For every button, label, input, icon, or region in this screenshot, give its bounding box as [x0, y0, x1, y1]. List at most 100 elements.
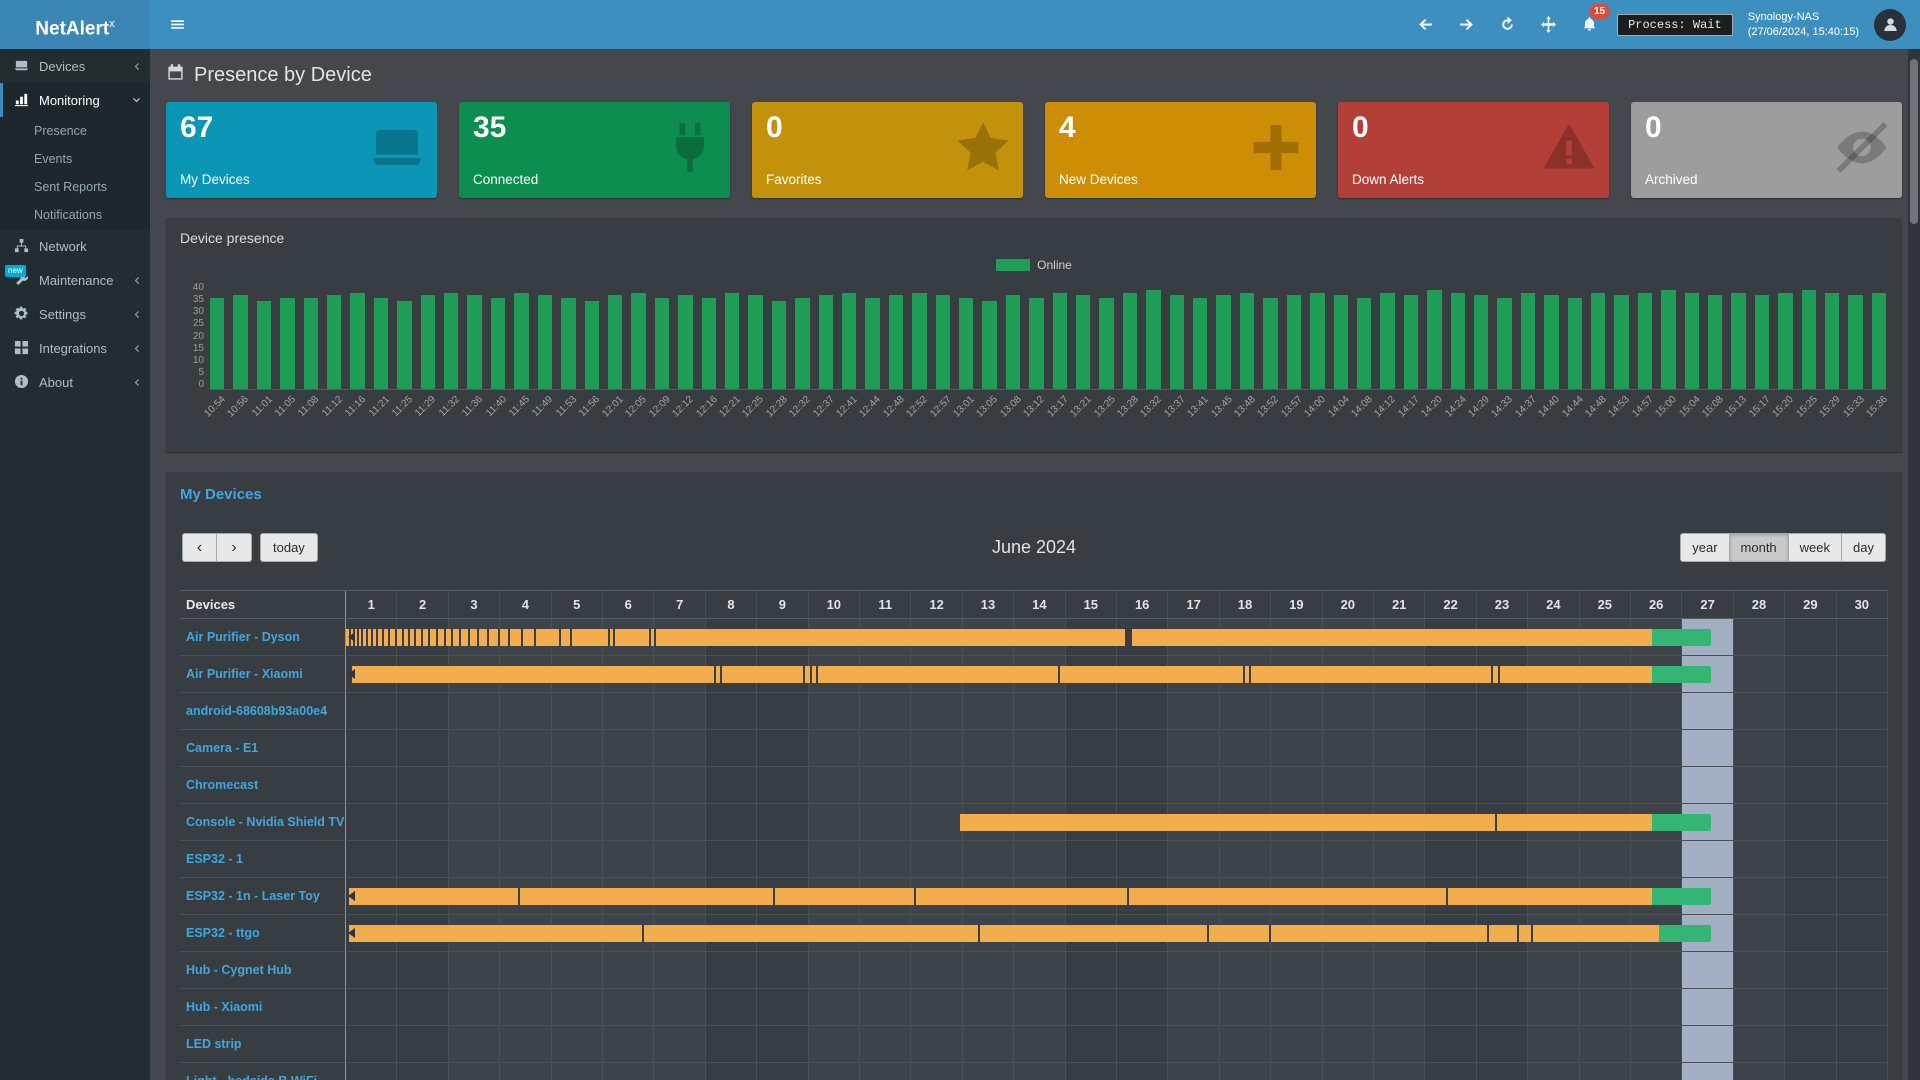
move-icon[interactable] — [1535, 12, 1561, 38]
day-header-15[interactable]: 15 — [1066, 591, 1117, 618]
day-cell[interactable] — [1014, 989, 1065, 1025]
day-cell[interactable] — [1734, 878, 1785, 914]
day-cell[interactable] — [1066, 841, 1117, 877]
device-name-link[interactable]: Light - bedside B WiFi — [180, 1063, 346, 1080]
day-header-4[interactable]: 4 — [500, 591, 551, 618]
device-name-link[interactable]: Air Purifier - Xiaomi — [180, 656, 346, 693]
day-cell[interactable] — [1682, 693, 1733, 729]
day-cell[interactable] — [1220, 693, 1271, 729]
day-cell[interactable] — [860, 730, 911, 766]
day-cell[interactable] — [1323, 1026, 1374, 1062]
day-cell[interactable] — [757, 1063, 808, 1080]
day-cell[interactable] — [1477, 730, 1528, 766]
day-header-27[interactable]: 27 — [1682, 591, 1733, 618]
day-cell[interactable] — [1837, 730, 1888, 766]
day-cell[interactable] — [706, 989, 757, 1025]
day-cell[interactable] — [809, 841, 860, 877]
presence-event[interactable] — [346, 629, 1125, 646]
day-cell[interactable] — [449, 952, 500, 988]
day-cell[interactable] — [552, 1063, 603, 1080]
day-cell[interactable] — [1220, 989, 1271, 1025]
day-cell[interactable] — [1117, 841, 1168, 877]
day-cell[interactable] — [1323, 767, 1374, 803]
day-cell[interactable] — [1425, 841, 1476, 877]
day-cell[interactable] — [706, 841, 757, 877]
day-cell[interactable] — [1682, 841, 1733, 877]
notifications-bell[interactable]: 15 — [1576, 12, 1602, 38]
day-header-16[interactable]: 16 — [1117, 591, 1168, 618]
info-box-my-devices[interactable]: 67My Devices — [166, 102, 437, 198]
day-cell[interactable] — [1117, 1063, 1168, 1080]
today-button[interactable]: today — [260, 533, 318, 562]
day-cell[interactable] — [1528, 952, 1579, 988]
day-header-9[interactable]: 9 — [757, 591, 808, 618]
day-cell[interactable] — [500, 767, 551, 803]
presence-event-current[interactable] — [1652, 888, 1711, 905]
chart-legend[interactable]: Online — [178, 258, 1890, 272]
day-cell[interactable] — [911, 730, 962, 766]
device-name-link[interactable]: ESP32 - 1n - Laser Toy — [180, 878, 346, 915]
view-month-button[interactable]: month — [1730, 533, 1789, 562]
day-cell[interactable] — [1837, 841, 1888, 877]
day-cell[interactable] — [911, 767, 962, 803]
day-cell[interactable] — [1682, 730, 1733, 766]
day-cell[interactable] — [1734, 915, 1785, 951]
info-box-new-devices[interactable]: 4New Devices — [1045, 102, 1316, 198]
day-cell[interactable] — [449, 804, 500, 840]
day-cell[interactable] — [397, 1063, 448, 1080]
day-cell[interactable] — [1168, 693, 1219, 729]
day-cell[interactable] — [963, 989, 1014, 1025]
day-header-23[interactable]: 23 — [1477, 591, 1528, 618]
day-cell[interactable] — [397, 693, 448, 729]
day-cell[interactable] — [1528, 730, 1579, 766]
day-cell[interactable] — [1580, 730, 1631, 766]
presence-event[interactable] — [960, 814, 1651, 831]
device-name-link[interactable]: Chromecast — [180, 767, 346, 804]
sidebar-item-maintenance[interactable]: Maintenancenew — [0, 263, 150, 297]
day-cell[interactable] — [757, 693, 808, 729]
day-cell[interactable] — [1631, 730, 1682, 766]
day-cell[interactable] — [1734, 841, 1785, 877]
day-cell[interactable] — [449, 693, 500, 729]
day-cell[interactable] — [1066, 952, 1117, 988]
day-cell[interactable] — [552, 952, 603, 988]
day-cell[interactable] — [706, 730, 757, 766]
day-cell[interactable] — [963, 693, 1014, 729]
day-cell[interactable] — [1837, 767, 1888, 803]
day-cell[interactable] — [397, 767, 448, 803]
day-cell[interactable] — [552, 767, 603, 803]
day-cell[interactable] — [1117, 1026, 1168, 1062]
day-cell[interactable] — [1580, 767, 1631, 803]
presence-event-current[interactable] — [1659, 925, 1710, 942]
day-cell[interactable] — [397, 989, 448, 1025]
prev-button[interactable]: ‹ — [182, 533, 217, 562]
day-cell[interactable] — [911, 841, 962, 877]
day-cell[interactable] — [1271, 989, 1322, 1025]
day-cell[interactable] — [706, 1063, 757, 1080]
day-cell[interactable] — [963, 841, 1014, 877]
day-cell[interactable] — [449, 1026, 500, 1062]
day-header-29[interactable]: 29 — [1785, 591, 1836, 618]
day-cell[interactable] — [1734, 804, 1785, 840]
day-cell[interactable] — [1168, 1026, 1219, 1062]
day-cell[interactable] — [603, 1063, 654, 1080]
day-cell[interactable] — [809, 804, 860, 840]
day-cell[interactable] — [911, 804, 962, 840]
day-cell[interactable] — [963, 1026, 1014, 1062]
day-cell[interactable] — [1682, 952, 1733, 988]
day-cell[interactable] — [1425, 767, 1476, 803]
device-name-link[interactable]: android-68608b93a00e4 — [180, 693, 346, 730]
day-cell[interactable] — [654, 952, 705, 988]
day-cell[interactable] — [1785, 804, 1836, 840]
day-cell[interactable] — [1785, 915, 1836, 951]
day-cell[interactable] — [500, 693, 551, 729]
sidebar-item-devices[interactable]: Devices — [0, 49, 150, 83]
day-cell[interactable] — [860, 804, 911, 840]
day-cell[interactable] — [1220, 730, 1271, 766]
day-cell[interactable] — [1580, 1026, 1631, 1062]
day-header-7[interactable]: 7 — [654, 591, 705, 618]
day-cell[interactable] — [1014, 1026, 1065, 1062]
day-cell[interactable] — [1580, 952, 1631, 988]
day-cell[interactable] — [1734, 989, 1785, 1025]
day-cell[interactable] — [552, 1026, 603, 1062]
